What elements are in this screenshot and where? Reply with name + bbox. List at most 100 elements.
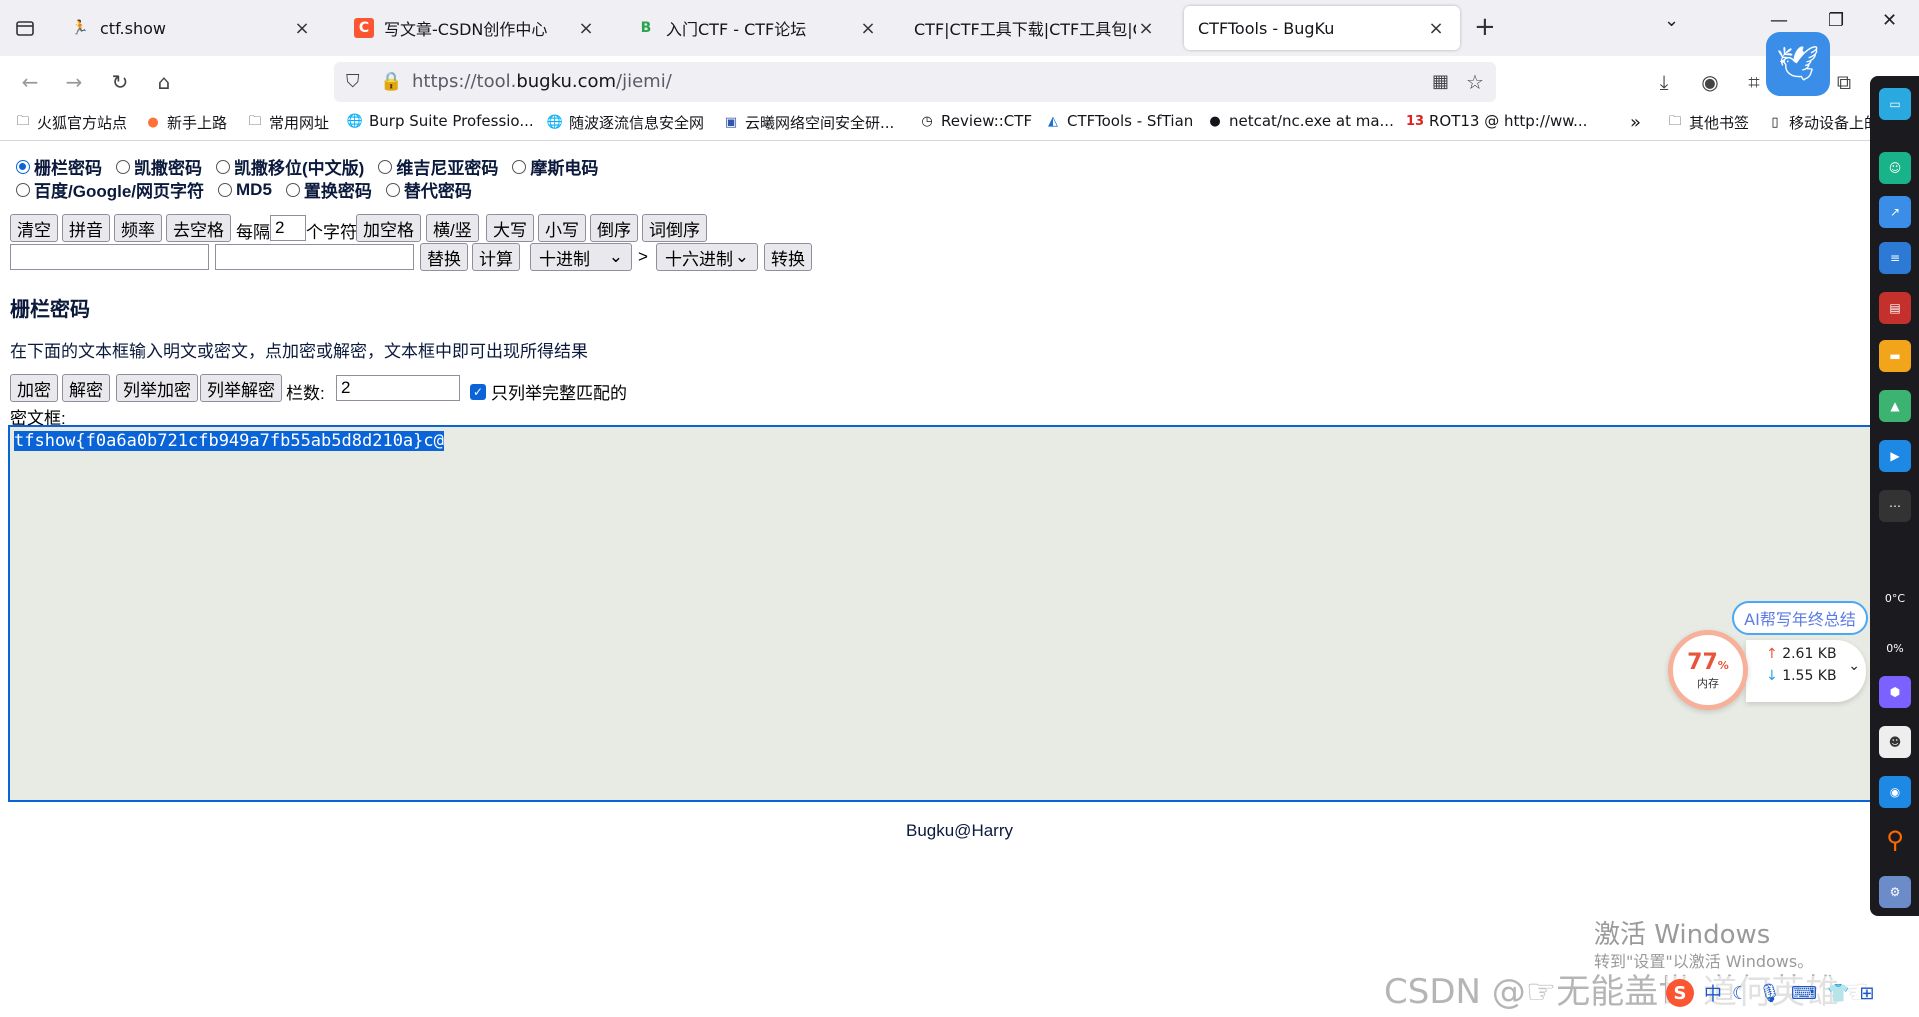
- radio-button[interactable]: [512, 159, 527, 174]
- minimize-icon[interactable]: —: [1770, 10, 1788, 31]
- search-icon[interactable]: ⚲: [1879, 824, 1911, 856]
- calc-button[interactable]: 计算: [472, 243, 520, 271]
- mic-icon[interactable]: 🎙: [1758, 983, 1781, 1004]
- bookmark-suibo[interactable]: 🌐 随波逐流信息安全网: [546, 112, 704, 133]
- replace-input[interactable]: [215, 244, 414, 270]
- bookmark-review-ctf[interactable]: ◷ Review::CTF: [918, 112, 1032, 130]
- list-icon[interactable]: ≡: [1879, 242, 1911, 274]
- to-base-select[interactable]: 十六进制 ⌄: [656, 243, 758, 271]
- close-icon[interactable]: ×: [1136, 18, 1156, 39]
- bookmark-burp-suite[interactable]: 🌐 Burp Suite Professio...: [346, 112, 534, 130]
- radio-md5[interactable]: MD5: [218, 177, 272, 202]
- enum-encrypt-button[interactable]: 列举加密: [116, 374, 198, 402]
- add-space-button[interactable]: 加空格: [356, 214, 421, 242]
- radio-substitution[interactable]: 替代密码: [385, 177, 472, 202]
- tab-csdn[interactable]: C 写文章-CSDN创作中心 ×: [340, 6, 610, 50]
- pinyin-button[interactable]: 拼音: [62, 214, 110, 242]
- find-input[interactable]: [10, 244, 209, 270]
- radio-morse[interactable]: 摩斯电码: [512, 154, 598, 179]
- download-icon[interactable]: ⤓: [1650, 68, 1678, 96]
- radio-button[interactable]: [285, 182, 300, 197]
- bookmark-rot13[interactable]: 13 ROT13 @ http://ww...: [1406, 112, 1587, 130]
- radio-rail-fence[interactable]: 栅栏密码: [16, 154, 102, 179]
- from-base-select[interactable]: 十进制 ⌄: [530, 243, 632, 271]
- radio-transposition[interactable]: 置换密码: [285, 177, 372, 202]
- tab-list-icon[interactable]: [10, 13, 40, 43]
- video-icon[interactable]: ▶: [1879, 440, 1911, 472]
- tab-ctf-tools-download[interactable]: CTF|CTF工具下载|CTF工具包|CTF彩 ×: [900, 6, 1170, 50]
- tab-ctftools-bugku[interactable]: CTFTools - BugKu ×: [1184, 6, 1460, 50]
- tab-ctfshow[interactable]: 🏃 ctf.show ×: [56, 6, 326, 50]
- reverse-button[interactable]: 倒序: [590, 214, 638, 242]
- bookmark-other[interactable]: 🗀 其他书签: [1666, 112, 1749, 133]
- clear-button[interactable]: 清空: [10, 214, 58, 242]
- encrypt-button[interactable]: 加密: [10, 374, 58, 402]
- shield-icon[interactable]: ⛉: [346, 71, 360, 92]
- ime-mode[interactable]: 中: [1704, 980, 1722, 1006]
- moon-icon[interactable]: ☾: [1732, 983, 1748, 1004]
- bookmark-mobile[interactable]: ▯ 移动设备上的: [1766, 112, 1879, 133]
- cipher-textarea[interactable]: tfshow{f0a6a0b721cfb949a7fb55ab5d8d210a}…: [8, 425, 1872, 802]
- close-icon[interactable]: ×: [1426, 18, 1446, 39]
- replace-button[interactable]: 替换: [420, 243, 468, 271]
- qr-code-icon[interactable]: ▦: [1432, 71, 1449, 92]
- notes-icon[interactable]: ▬: [1879, 340, 1911, 372]
- remove-space-button[interactable]: 去空格: [166, 214, 231, 242]
- radio-button[interactable]: [218, 182, 232, 197]
- horiz-vert-button[interactable]: 横/竖: [426, 214, 479, 242]
- hexagon-app-icon[interactable]: ⬢: [1879, 676, 1911, 708]
- image-icon[interactable]: ▲: [1879, 390, 1911, 422]
- star-icon[interactable]: ☆: [1466, 70, 1484, 94]
- tab-ctf-forum[interactable]: B 入门CTF - CTF论坛 ×: [622, 6, 892, 50]
- radio-button[interactable]: [216, 159, 230, 174]
- bookmark-netcat[interactable]: ● netcat/nc.exe at ma...: [1206, 112, 1394, 130]
- ime-toolbar[interactable]: S 中 ☾ 🎙 ⌨ 👕 ⊞: [1666, 976, 1902, 1010]
- eye-icon[interactable]: ◉: [1879, 776, 1911, 808]
- radio-web-chars[interactable]: 百度/Google/网页字符: [16, 177, 204, 202]
- radio-button[interactable]: [116, 159, 130, 174]
- keyboard-icon[interactable]: ⌨: [1791, 983, 1817, 1004]
- reload-icon[interactable]: ↻: [106, 68, 134, 96]
- checkmark-icon[interactable]: ✓: [470, 383, 486, 400]
- gear-icon[interactable]: ⚙: [1879, 876, 1911, 908]
- lock-icon[interactable]: 🔒: [380, 71, 402, 92]
- winrar-icon[interactable]: ▤: [1879, 292, 1911, 324]
- radio-vigenere[interactable]: 维吉尼亚密码: [378, 154, 498, 179]
- full-match-checkbox[interactable]: ✓ 只列举完整匹配的: [470, 379, 627, 404]
- new-tab-icon[interactable]: +: [1474, 12, 1496, 42]
- uppercase-button[interactable]: 大写: [486, 214, 534, 242]
- shirt-icon[interactable]: 👕: [1827, 983, 1849, 1004]
- lowercase-button[interactable]: 小写: [538, 214, 586, 242]
- radio-button[interactable]: [385, 182, 400, 197]
- bookmark-firefox-official[interactable]: 🗀 火狐官方站点: [14, 112, 127, 133]
- restore-icon[interactable]: ❐: [1828, 10, 1844, 31]
- every-n-input[interactable]: 2: [270, 215, 306, 241]
- close-icon[interactable]: ×: [576, 18, 596, 39]
- convert-button[interactable]: 转换: [764, 243, 812, 271]
- monitor-icon[interactable]: ▭: [1879, 88, 1911, 120]
- radio-button[interactable]: [16, 182, 30, 197]
- close-icon[interactable]: ×: [292, 18, 312, 39]
- decrypt-button[interactable]: 解密: [62, 374, 110, 402]
- user-icon[interactable]: ☺: [1879, 152, 1911, 184]
- share-icon[interactable]: ↗: [1879, 196, 1911, 228]
- chevron-down-icon[interactable]: ⌄: [1848, 658, 1860, 674]
- extensions-icon[interactable]: ⧉: [1830, 68, 1858, 96]
- bird-app-icon[interactable]: 🕊: [1766, 32, 1830, 96]
- bookmark-ctftools-sftian[interactable]: ◭ CTFTools - SfTian: [1044, 112, 1193, 130]
- memory-widget[interactable]: ↑ 2.61 KB ↓ 1.55 KB ⌄ 77% 内存: [1668, 630, 1868, 714]
- more-bookmarks-icon[interactable]: »: [1630, 112, 1641, 133]
- bookmark-getting-started[interactable]: ● 新手上路: [144, 112, 227, 133]
- radio-button[interactable]: [16, 159, 30, 174]
- columns-input[interactable]: 2: [336, 375, 460, 401]
- enum-decrypt-button[interactable]: 列举解密: [200, 374, 282, 402]
- bookmark-yunxi[interactable]: ▣ 云曦网络空间安全研...: [722, 112, 894, 133]
- account-icon[interactable]: ◉: [1696, 68, 1724, 96]
- forward-icon[interactable]: →: [60, 68, 88, 96]
- window-close-icon[interactable]: ✕: [1882, 10, 1897, 31]
- radio-caesar[interactable]: 凯撒密码: [116, 154, 202, 179]
- frequency-button[interactable]: 频率: [114, 214, 162, 242]
- bookmark-common-sites[interactable]: 🗀 常用网址: [246, 112, 329, 133]
- back-icon[interactable]: ←: [16, 68, 44, 96]
- avatar[interactable]: ☻: [1879, 726, 1911, 758]
